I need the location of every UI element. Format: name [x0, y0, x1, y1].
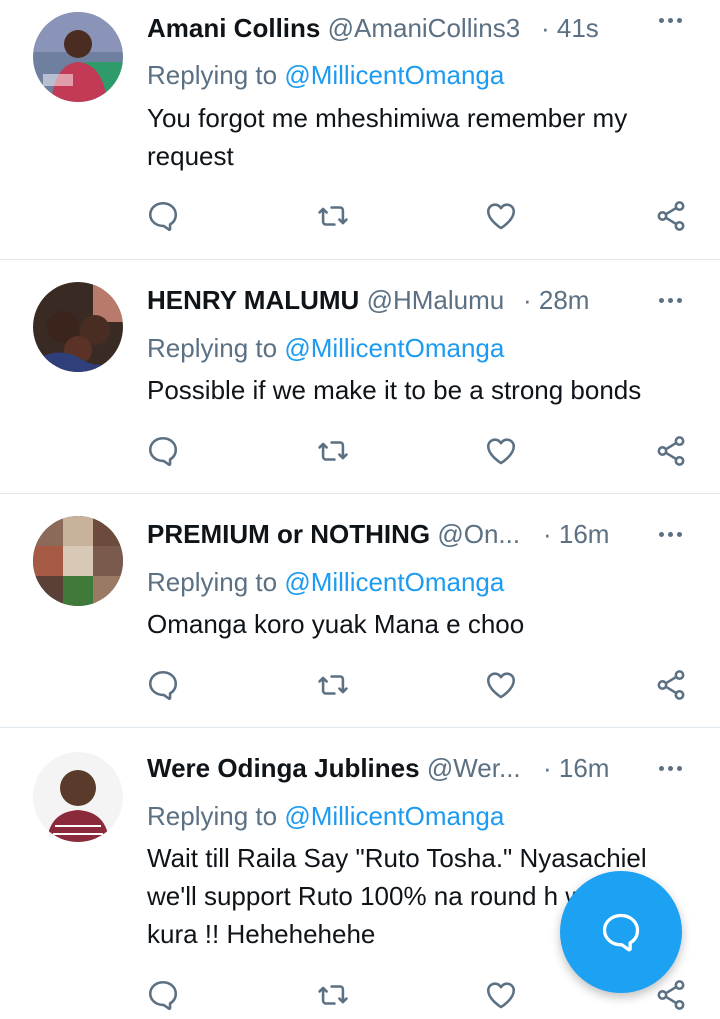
- avatar[interactable]: [33, 12, 123, 102]
- replying-to: Replying to @MillicentOmanga: [147, 801, 505, 831]
- tweet[interactable]: PREMIUM or NOTHING @On... · 16m Replying…: [0, 494, 720, 726]
- replying-to: Replying to @MillicentOmanga: [147, 60, 505, 90]
- compose-reply-icon: [602, 913, 640, 952]
- avatar[interactable]: [33, 282, 123, 372]
- tweet-text: You forgot me mheshimiwa remember my req…: [147, 103, 628, 171]
- more-icon[interactable]: [652, 756, 688, 780]
- share-icon[interactable]: [651, 431, 691, 471]
- replying-to: Replying to @MillicentOmanga: [147, 567, 505, 597]
- author-handle[interactable]: @HMalumu: [367, 285, 505, 315]
- author-name[interactable]: Were Odinga Jublines: [147, 753, 420, 783]
- tweet-text: Omanga koro yuak Mana e choo: [147, 609, 525, 639]
- heart-icon[interactable]: [481, 975, 521, 1015]
- retweet-icon[interactable]: [313, 665, 353, 705]
- author-handle[interactable]: @On...: [437, 519, 520, 549]
- reply-icon[interactable]: [143, 431, 183, 471]
- avatar[interactable]: [33, 516, 123, 606]
- mention-link[interactable]: @MillicentOmanga: [284, 801, 504, 831]
- compose-reply-button[interactable]: [560, 871, 682, 993]
- avatar[interactable]: [33, 752, 123, 842]
- more-icon[interactable]: [652, 8, 688, 32]
- mention-link[interactable]: @MillicentOmanga: [284, 567, 504, 597]
- timestamp[interactable]: · 16m: [543, 514, 609, 554]
- share-icon[interactable]: [651, 196, 691, 236]
- timestamp[interactable]: · 28m: [523, 280, 589, 320]
- replying-to: Replying to @MillicentOmanga: [147, 333, 505, 363]
- timestamp[interactable]: · 16m: [543, 748, 609, 788]
- reply-icon[interactable]: [143, 196, 183, 236]
- heart-icon[interactable]: [481, 196, 521, 236]
- retweet-icon[interactable]: [313, 431, 353, 471]
- retweet-icon[interactable]: [313, 975, 353, 1015]
- more-icon[interactable]: [652, 522, 688, 546]
- heart-icon[interactable]: [481, 665, 521, 705]
- mention-link[interactable]: @MillicentOmanga: [284, 333, 504, 363]
- reply-icon[interactable]: [143, 975, 183, 1015]
- timestamp[interactable]: · 41s: [541, 8, 599, 48]
- more-icon[interactable]: [652, 288, 688, 312]
- tweet[interactable]: HENRY MALUMU @HMalumu · 28m Replying to …: [0, 260, 720, 492]
- heart-icon[interactable]: [481, 431, 521, 471]
- mention-link[interactable]: @MillicentOmanga: [284, 60, 504, 90]
- author-name[interactable]: Amani Collins: [147, 13, 320, 43]
- author-handle[interactable]: @Wer...: [427, 753, 521, 783]
- share-icon[interactable]: [651, 665, 691, 705]
- tweet-text: Possible if we make it to be a strong bo…: [147, 375, 642, 405]
- tweet[interactable]: Amani Collins @AmaniCollins3 · 41s Reply…: [0, 0, 720, 258]
- author-name[interactable]: PREMIUM or NOTHING: [147, 519, 430, 549]
- reply-icon[interactable]: [143, 665, 183, 705]
- author-name[interactable]: HENRY MALUMU: [147, 285, 359, 315]
- author-handle[interactable]: @AmaniCollins3: [328, 13, 521, 43]
- retweet-icon[interactable]: [313, 196, 353, 236]
